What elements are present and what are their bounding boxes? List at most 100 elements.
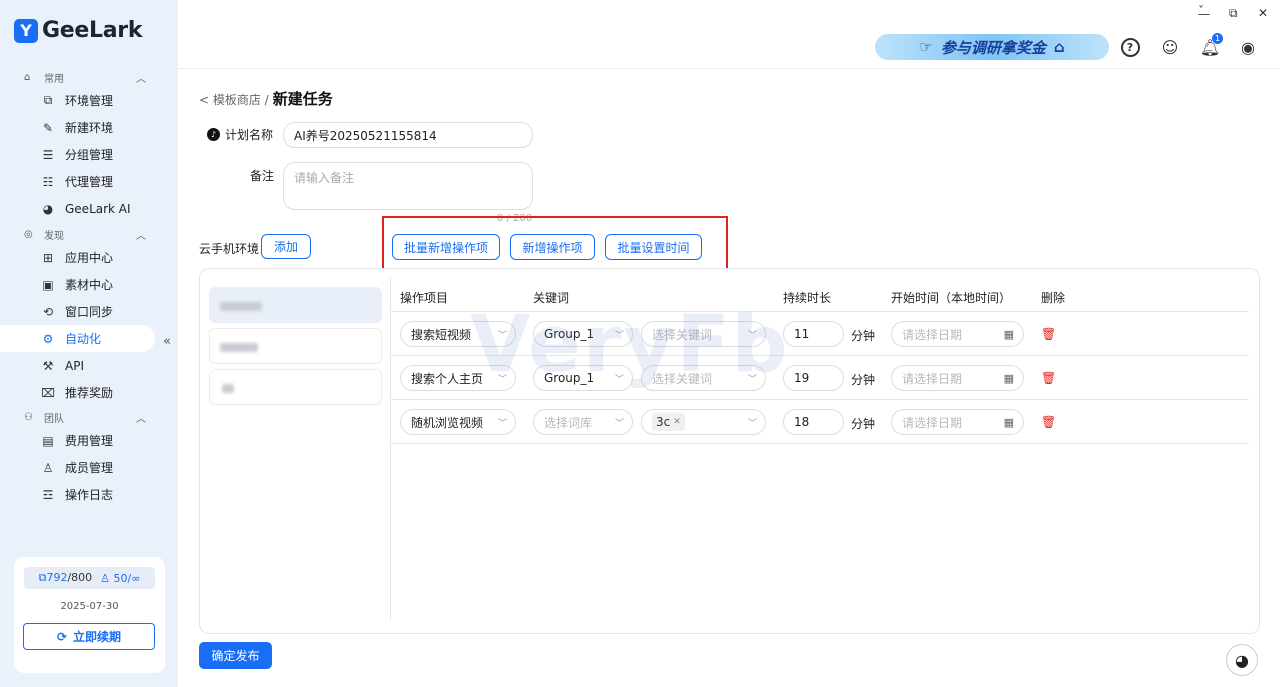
sidebar-item-label: 新建环境 [65, 121, 114, 135]
sidebar-item-op-log[interactable]: ☲ 操作日志 [0, 481, 178, 508]
support-icon[interactable]: ☺ [1159, 36, 1181, 58]
chevron-up-icon: ︿ [136, 413, 146, 425]
sidebar-item-api[interactable]: ⚒ API [0, 352, 178, 379]
plan-name-input[interactable]: AI养号20250521155814 [283, 122, 533, 148]
close-button[interactable]: ✕ [1258, 6, 1268, 20]
restore-button[interactable]: ⧉ [1229, 6, 1238, 21]
operation-select[interactable]: 搜索短视频 ﹀ [400, 321, 516, 347]
sidebar-item-referral[interactable]: ⌧ 推荐奖励 [0, 379, 178, 406]
minimize-button[interactable]: — [1198, 7, 1210, 21]
nav-group-common: ⌂ 常用 ︿ ⧉ 环境管理 ✎ 新建环境 ☰ 分组管理 ☷ 代理管理 ◕ GeeLark … [0, 67, 178, 222]
help-button[interactable]: ? [1119, 36, 1141, 58]
collapse-sidebar-icon[interactable]: « [163, 334, 171, 349]
operation-value: 搜索短视频 [411, 327, 472, 342]
operation-value: 搜索个人主页 [411, 371, 484, 386]
devices-used: 792 [46, 571, 68, 584]
env-list-item[interactable] [209, 328, 382, 364]
team-icon: ⚇ [24, 411, 33, 423]
keyword-select[interactable]: 选择关键词 ﹀ [641, 365, 766, 391]
delete-icon[interactable]: 🗑︎ [1041, 371, 1056, 385]
sidebar-item-group-manage[interactable]: ☰ 分组管理 [0, 141, 178, 168]
chevron-down-icon: ﹀ [497, 330, 507, 341]
keyword-placeholder: 选择关键词 [652, 327, 713, 342]
geelark-logo-icon: Y [14, 18, 38, 43]
keyword-group-select[interactable]: Group_1 ﹀ [533, 365, 633, 391]
panel-divider [390, 278, 391, 621]
duration-input[interactable]: 19 [783, 365, 844, 391]
sidebar-item-proxy-manage[interactable]: ☷ 代理管理 [0, 168, 178, 195]
log-icon: ☲ [42, 487, 54, 502]
sidebar-item-label: 分组管理 [65, 148, 114, 162]
nav-group-discover: ◎ 发现 ︿ ⊞ 应用中心 ▣ 素材中心 ⟲ 窗口同步 ⚙ 自动化 ⚒ API ⌧ 推荐奖励 [0, 224, 178, 406]
ai-eye-icon: ◕ [42, 201, 54, 216]
sidebar-item-automation[interactable]: ⚙ 自动化 [0, 325, 155, 352]
operation-select[interactable]: 随机浏览视频 ﹀ [400, 409, 516, 435]
start-date-picker[interactable]: 请选择日期 ▦ [891, 321, 1024, 347]
chevron-down-icon: ﹀ [497, 418, 507, 429]
renew-label: 立即续期 [73, 630, 122, 644]
start-date-picker[interactable]: 请选择日期 ▦ [891, 365, 1024, 391]
keyword-library-select[interactable]: 选择词库 ﹀ [533, 409, 633, 435]
list-icon: ☰ [42, 147, 54, 162]
tag-close-icon[interactable]: ✕ [673, 417, 681, 427]
sidebar-item-material-center[interactable]: ▣ 素材中心 [0, 271, 178, 298]
date-placeholder: 请选择日期 [902, 327, 963, 342]
sidebar-item-billing[interactable]: ▤ 费用管理 [0, 427, 178, 454]
keyword-group-select[interactable]: Group_1 ﹀ [533, 321, 633, 347]
refresh-icon: ⟳ [56, 629, 68, 644]
group-header-team[interactable]: ⚇ 团队 ︿ [0, 407, 178, 427]
member-icon: ♙ [100, 571, 111, 585]
sidebar-item-window-sync[interactable]: ⟲ 窗口同步 [0, 298, 178, 325]
group-header-discover[interactable]: ◎ 发现 ︿ [0, 224, 178, 244]
add-env-button[interactable]: 添加 [261, 234, 311, 259]
robot-icon: ⚙ [42, 331, 54, 346]
chevron-down-icon: ﹀ [747, 418, 757, 429]
delete-icon[interactable]: 🗑︎ [1041, 327, 1056, 341]
chevron-down-icon: ﹀ [747, 374, 757, 385]
duration-input[interactable]: 11 [783, 321, 844, 347]
delete-icon[interactable]: 🗑︎ [1041, 415, 1056, 429]
sidebar-item-label: GeeLark AI [65, 201, 131, 216]
ai-assistant-icon[interactable]: ◕ [1226, 644, 1258, 676]
quota-summary: ⧉792/800 ♙ 50/∞ [24, 567, 155, 589]
duration-value: 19 [794, 371, 810, 385]
quota-card: ⧉792/800 ♙ 50/∞ 2025-07-30 ⟳ 立即续期 [14, 557, 165, 673]
row-divider [391, 399, 1249, 400]
env-list-item[interactable] [209, 287, 382, 323]
group-header-common[interactable]: ⌂ 常用 ︿ [0, 67, 178, 87]
header-divider [178, 68, 1280, 69]
highlight-box [382, 216, 728, 274]
group-label: 常用 [44, 73, 64, 85]
start-date-picker[interactable]: 请选择日期 ▦ [891, 409, 1024, 435]
publish-button[interactable]: 确定发布 [199, 642, 272, 669]
sidebar-item-members[interactable]: ♙ 成员管理 [0, 454, 178, 481]
operation-select[interactable]: 搜索个人主页 ﹀ [400, 365, 516, 391]
back-to-template-store-link[interactable]: < 模板商店 / [199, 91, 269, 108]
renew-button[interactable]: ⟳ 立即续期 [23, 623, 155, 650]
sidebar-item-new-env[interactable]: ✎ 新建环境 [0, 114, 178, 141]
keyword-select[interactable]: 3c ✕ ﹀ [641, 409, 766, 435]
keyword-select[interactable]: 选择关键词 ﹀ [641, 321, 766, 347]
remark-textarea[interactable]: 请输入备注 [283, 162, 533, 210]
sync-icon: ⟲ [42, 304, 54, 319]
api-icon: ⚒ [42, 358, 54, 373]
page-title: 新建任务 [272, 90, 333, 108]
chevron-up-icon: ︿ [136, 230, 146, 242]
env-list-item[interactable] [209, 369, 382, 405]
group-label: 发现 [44, 230, 64, 242]
breadcrumb: < 模板商店 / 新建任务 [199, 88, 333, 109]
sidebar-item-label: 操作日志 [65, 488, 114, 502]
account-icon[interactable]: ◉ [1237, 36, 1259, 58]
duration-input[interactable]: 18 [783, 409, 844, 435]
keyword-value: Group_1 [544, 371, 595, 385]
app-logo[interactable]: Y GeeLark [14, 18, 142, 43]
devices-total: /800 [67, 571, 93, 584]
survey-banner[interactable]: ☞ 参与调研拿奖金 ⌂ [875, 34, 1109, 60]
help-icon: ? [1120, 37, 1140, 57]
sidebar-item-geelark-ai[interactable]: ◕ GeeLark AI [0, 195, 178, 222]
sidebar-item-app-center[interactable]: ⊞ 应用中心 [0, 244, 178, 271]
duration-unit: 分钟 [851, 329, 876, 343]
operation-value: 随机浏览视频 [411, 415, 484, 430]
duration-value: 18 [794, 415, 810, 429]
sidebar-item-env-manage[interactable]: ⧉ 环境管理 [0, 87, 178, 114]
